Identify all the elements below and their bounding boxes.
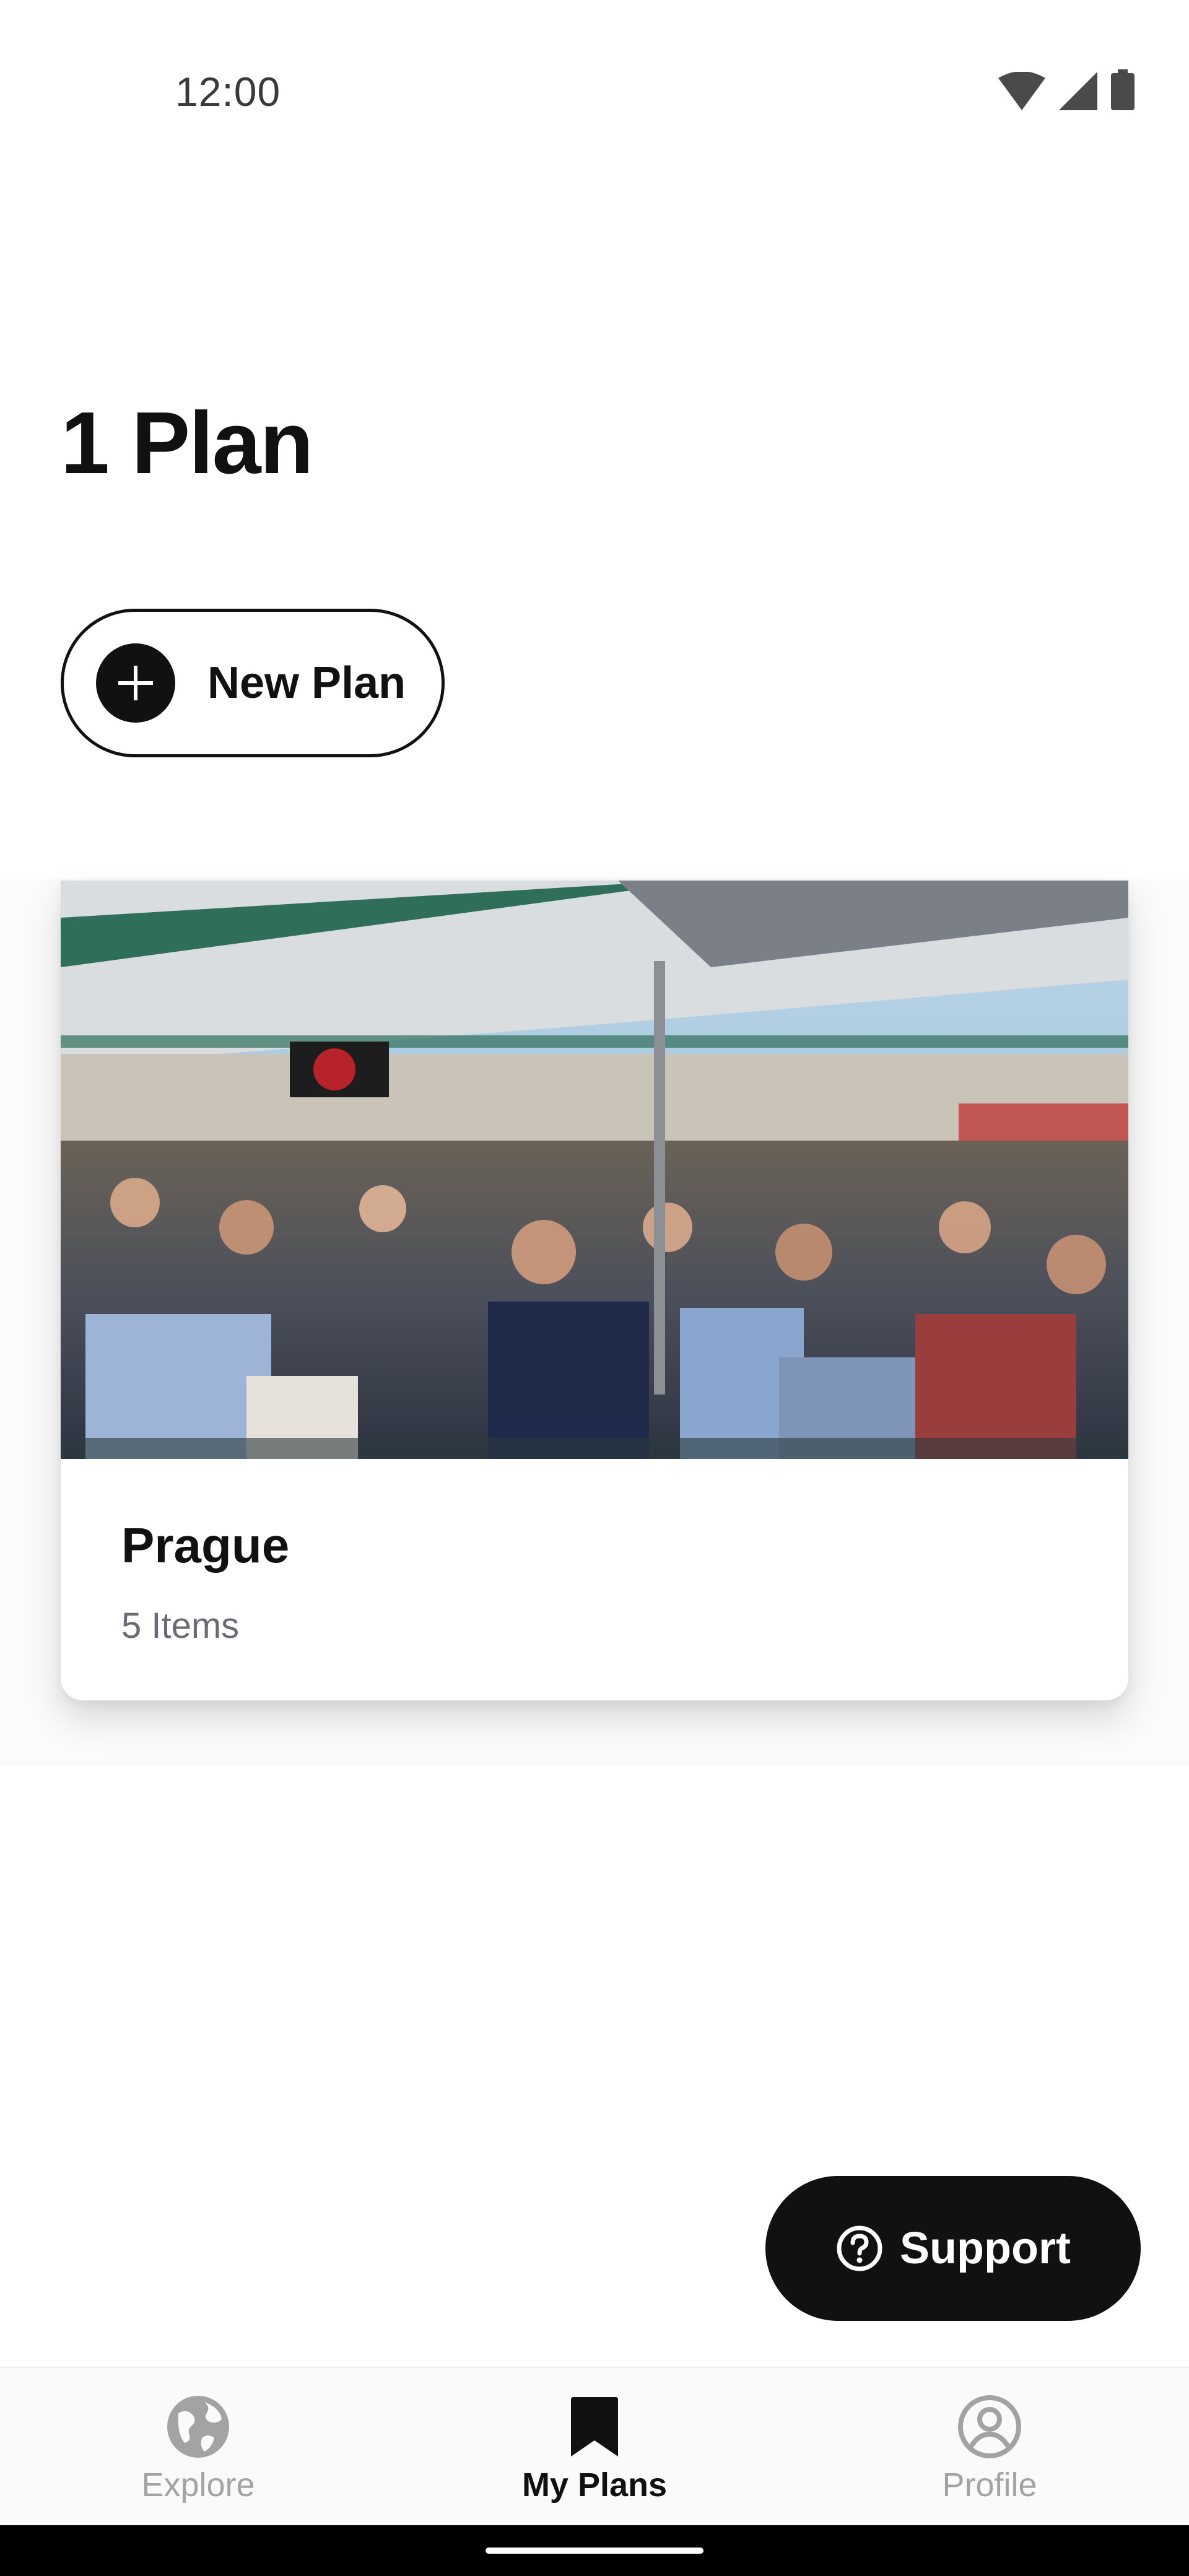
status-icons xyxy=(998,67,1135,110)
nav-item-explore[interactable]: Explore xyxy=(74,2393,322,2517)
page-title: 1 Plan xyxy=(61,394,313,492)
nav-label-profile: Profile xyxy=(942,2466,1037,2504)
plan-name: Prague xyxy=(121,1518,290,1573)
wifi-icon xyxy=(998,72,1045,110)
globe-icon xyxy=(164,2393,232,2461)
plan-cover-image xyxy=(61,881,1128,1459)
plan-card[interactable]: Prague 5 Items xyxy=(61,881,1128,1700)
nav-label-explore: Explore xyxy=(141,2466,255,2504)
nav-item-profile[interactable]: Profile xyxy=(866,2393,1113,2517)
battery-icon xyxy=(1111,69,1135,110)
bookmark-icon xyxy=(560,2393,629,2461)
user-circle-icon xyxy=(956,2393,1024,2461)
bottom-nav: Explore My Plans Profile xyxy=(0,2367,1189,2525)
new-plan-button[interactable]: New Plan xyxy=(61,609,445,757)
support-label: Support xyxy=(900,2224,1071,2273)
nav-item-my-plans[interactable]: My Plans xyxy=(471,2393,718,2517)
question-circle-icon xyxy=(837,2226,882,2271)
nav-label-my-plans: My Plans xyxy=(521,2466,668,2504)
cellular-signal-icon xyxy=(1059,72,1097,110)
plus-icon xyxy=(96,643,175,723)
home-indicator[interactable] xyxy=(486,2548,703,2554)
status-bar: 12:00 xyxy=(0,0,1189,186)
status-time: 12:00 xyxy=(175,69,281,115)
support-button[interactable]: Support xyxy=(765,2176,1141,2321)
plan-item-count: 5 Items xyxy=(121,1606,240,1646)
new-plan-label: New Plan xyxy=(207,658,406,708)
